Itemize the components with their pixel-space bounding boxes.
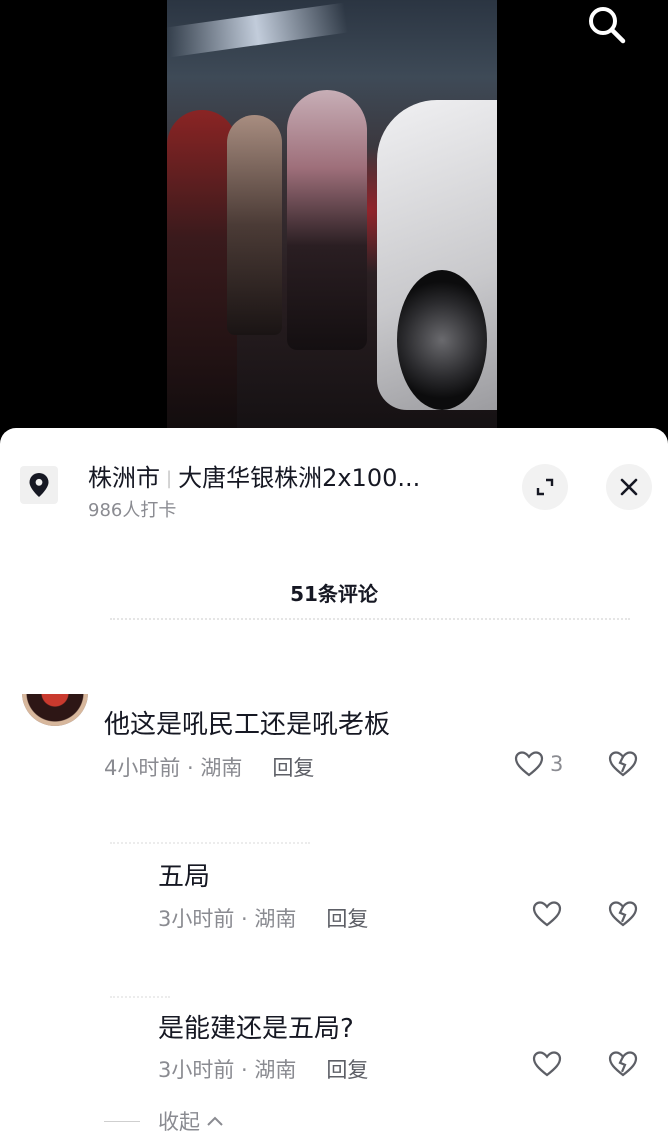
like-count: 3 (550, 752, 564, 776)
divider: | (166, 468, 173, 489)
location-place: 大唐华银株洲2x100... (178, 464, 421, 492)
car-wheel (397, 270, 487, 410)
comment-text: 五局 (158, 862, 211, 892)
comment-meta: 4小时前 · 湖南 回复 (104, 752, 314, 782)
close-icon (620, 478, 638, 496)
scroll-fade (110, 618, 630, 624)
heart-icon[interactable] (514, 750, 544, 778)
comment-time: 3小时前 · 湖南 (158, 907, 297, 931)
comments-count: 51条评论 (290, 582, 378, 606)
person-silhouette (227, 115, 282, 335)
divider (104, 1120, 140, 1122)
comment-time: 4小时前 · 湖南 (104, 756, 243, 780)
scroll-fade (110, 842, 310, 846)
avatar[interactable] (22, 694, 88, 726)
stage-light (165, 2, 349, 58)
broken-heart-icon[interactable] (608, 1050, 638, 1078)
collapse-replies-button[interactable]: 收起 (104, 1106, 224, 1136)
comment-text: 他这是吼民工还是吼老板 (104, 710, 391, 740)
scroll-fade (110, 996, 170, 1000)
checkin-count: 986人打卡 (88, 500, 177, 521)
broken-heart-icon[interactable] (608, 900, 638, 928)
expand-button[interactable] (522, 464, 568, 510)
heart-icon[interactable] (532, 900, 562, 928)
search-icon[interactable] (584, 2, 628, 46)
close-button[interactable] (606, 464, 652, 510)
comment-text: 是能建还是五局? (158, 1014, 354, 1044)
reply-button[interactable]: 回复 (326, 907, 368, 931)
comment-time: 3小时前 · 湖南 (158, 1058, 297, 1082)
video-frame (165, 0, 497, 430)
person-silhouette (287, 90, 367, 350)
broken-heart-icon[interactable] (608, 750, 638, 778)
collapse-label: 收起 (158, 1110, 200, 1134)
chevron-up-icon (207, 1116, 223, 1126)
comment-meta: 3小时前 · 湖南 回复 (158, 1054, 368, 1084)
reply-button[interactable]: 回复 (272, 756, 314, 780)
heart-icon[interactable] (532, 1050, 562, 1078)
location-city: 株洲市 (88, 464, 160, 492)
location-pin-icon[interactable] (20, 466, 58, 504)
location-title[interactable]: 株洲市 | 大唐华银株洲2x100... (88, 458, 508, 493)
comments-sheet: 株洲市 | 大唐华银株洲2x100... 986人打卡 51条评论 他这是吼民工还是… (0, 428, 668, 1142)
comment-meta: 3小时前 · 湖南 回复 (158, 903, 368, 933)
expand-icon (536, 478, 554, 496)
reply-button[interactable]: 回复 (326, 1058, 368, 1082)
video-player[interactable] (0, 0, 668, 440)
